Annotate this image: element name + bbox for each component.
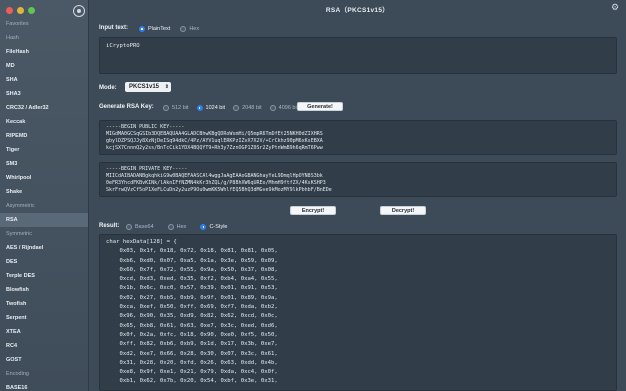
sidebar-list: Favorites Hash FileHash MD SHA SHA3 CRC32 / Ad…: [0, 17, 88, 391]
encrypt-button[interactable]: Encrypt!: [290, 206, 336, 215]
key-size-radio-group: 512 bit 1024 bit 2048 bit 4096 bit: [163, 105, 298, 111]
sidebar-item-crc32-adler32[interactable]: CRC32 / Adler32: [0, 101, 88, 115]
radio-dot-icon: [269, 105, 276, 111]
sidebar-item-twofish[interactable]: Twofish: [0, 297, 88, 311]
result-line: 0x02, 0x27, 0xb5, 0xb9, 0x9f, 0x01, 0x89…: [106, 294, 278, 301]
result-output-field[interactable]: char hexData[128] = { 0x03, 0x1f, 0x18, …: [99, 234, 617, 391]
sidebar-item-keccak[interactable]: Keccak: [0, 115, 88, 129]
sidebar-item-gost[interactable]: GOST: [0, 353, 88, 367]
result-line: char hexData[128] = {: [106, 239, 177, 245]
private-key-line: SkrFrwQVzCf5oP1XeFLCuDn2y2uzP9Ou0wmKK5Wh…: [106, 187, 332, 193]
radio-dot-icon: [167, 224, 174, 230]
public-key-line: gbylDZPSQJJy8XzNjDeISq94dkC/4Pz/AYV1uqlE…: [106, 138, 323, 144]
sidebar-item-sha3[interactable]: SHA3: [0, 87, 88, 101]
radio-dot-icon: [163, 105, 169, 111]
sidebar-item-ripemd[interactable]: RIPEMD: [0, 129, 88, 143]
radio-dot-icon: [180, 26, 187, 32]
private-key-field[interactable]: -----BEGIN PRIVATE KEY----- MIICdAIBADANB…: [99, 162, 617, 197]
private-key-line: 0eFR3YhcdFKBvKINk/lAknIFfNZMN4kKr3hZQL/g…: [106, 180, 326, 186]
result-format-c-style-radio[interactable]: C-Style: [200, 224, 227, 230]
sidebar-section-hash: Hash: [6, 35, 19, 41]
sidebar-item-filehash[interactable]: FileHash: [0, 45, 88, 59]
radio-dot-icon: [139, 26, 145, 32]
result-line: 0x1b, 0x6c, 0xc0, 0x57, 0x39, 0x01, 0x91…: [106, 285, 278, 292]
public-key-text: -----BEGIN PUBLIC KEY----- MIGdMA0GCSqGSI…: [106, 124, 610, 152]
sidebar-item-sm3[interactable]: SM3: [0, 157, 88, 171]
sidebar-section-symmetric: Symmetric: [6, 231, 32, 237]
radio-dot-icon: [196, 105, 203, 111]
mode-label: Mode:: [99, 85, 117, 91]
radio-dot-icon: [200, 224, 207, 230]
key-size-1024-bit-radio[interactable]: 1024 bit: [196, 105, 225, 111]
result-line: 0xca, 0xef, 0x50, 0xff, 0x69, 0xf7, 0xda…: [106, 304, 278, 311]
result-line: 0xb1, 0x62, 0x7b, 0x20, 0x54, 0xbf, 0x3e…: [106, 378, 278, 385]
result-line: 0x96, 0x90, 0x35, 0xd9, 0x82, 0x62, 0xcd…: [106, 313, 278, 320]
private-key-text: -----BEGIN PRIVATE KEY----- MIICdAIBADANB…: [106, 166, 610, 194]
sidebar-section-encoding: Encoding: [6, 371, 29, 377]
sidebar-item-rsa[interactable]: RSA: [0, 213, 88, 227]
result-line: 0xb6, 0xd0, 0x07, 0xa5, 0x1a, 0x3e, 0x59…: [106, 257, 278, 264]
close-window-button[interactable]: [6, 7, 13, 14]
sidebar-item-des[interactable]: DES: [0, 255, 88, 269]
sidebar-item-serpent[interactable]: Serpent: [0, 311, 88, 325]
result-format-base64-radio[interactable]: Base64: [126, 224, 154, 230]
zoom-window-button[interactable]: [28, 7, 35, 14]
generate-key-label: Generate RSA Key:: [99, 104, 154, 110]
sidebar-item-tiger[interactable]: Tiger: [0, 143, 88, 157]
sidebar-section-asymmetric: Asymmetric: [6, 203, 35, 209]
window-title: RSA（PKCS1v15）: [325, 7, 390, 14]
result-format-radio-group: Base64 Hex C-Style: [126, 224, 227, 230]
result-line: 0x65, 0xb8, 0x61, 0x63, 0xe7, 0x3c, 0xed…: [106, 322, 278, 329]
sidebar-section-favorites: Favorites: [6, 21, 29, 27]
chevron-updown-icon: ⇕: [164, 84, 169, 90]
result-line: 0x03, 0x1f, 0x18, 0x72, 0x18, 0x81, 0x81…: [106, 248, 278, 255]
main-panel: Input text: PlainText Hex iCryptoPRO Mod…: [89, 16, 626, 391]
sidebar-item-xtea[interactable]: XTEA: [0, 325, 88, 339]
result-line: 0xe8, 0x9f, 0xe1, 0x21, 0x79, 0xda, 0xc4…: [106, 369, 278, 376]
public-key-line: kcjSX7CnnnQ2y2ss/BnTcCik1YDX4BQQYT9+Rh3y…: [106, 145, 323, 151]
radio-dot-icon: [126, 224, 132, 230]
result-line: 0x31, 0x28, 0x20, 0xfd, 0x26, 0x63, 0xdd…: [106, 359, 278, 366]
sidebar-item-base16[interactable]: BASE16: [0, 381, 88, 391]
sidebar-item-aes-rijndael[interactable]: AES / Rijndael: [0, 241, 88, 255]
key-size-4096-bit-radio[interactable]: 4096 bit: [269, 105, 298, 111]
result-line: 0xcd, 0xd3, 0xed, 0x35, 0xf2, 0xb4, 0xa4…: [106, 276, 278, 283]
key-size-512-bit-radio[interactable]: 512 bit: [163, 105, 189, 111]
input-format-radio-group: PlainText Hex: [139, 26, 199, 32]
sidebar-item-shake[interactable]: Shake: [0, 185, 88, 199]
input-text-field[interactable]: iCryptoPRO: [99, 37, 617, 74]
mode-select[interactable]: PKCS1v15 ⇕: [125, 82, 171, 92]
gear-icon[interactable]: ⚙: [611, 3, 620, 12]
result-line: 0x60, 0x7f, 0x72, 0x55, 0x9a, 0x50, 0x37…: [106, 266, 278, 273]
public-key-line: -----BEGIN PUBLIC KEY-----: [106, 124, 185, 130]
input-text-label: Input text:: [99, 25, 128, 31]
private-key-line: MIICdAIBADANBgkqhkiG9w0BAQEFAASCAl4wggJa…: [106, 173, 323, 179]
result-line: 0x0f, 0x2a, 0xfc, 0x18, 0x90, 0xe0, 0xf5…: [106, 331, 278, 338]
decrypt-button[interactable]: Decrypt!: [380, 206, 426, 215]
public-key-field[interactable]: -----BEGIN PUBLIC KEY----- MIGdMA0GCSqGSI…: [99, 120, 617, 155]
result-format-hex-radio[interactable]: Hex: [167, 224, 186, 230]
generate-button[interactable]: Generate!: [297, 102, 343, 111]
sidebar-item-rc4[interactable]: RC4: [0, 339, 88, 353]
sidebar-item-md[interactable]: MD: [0, 59, 88, 73]
result-label: Result:: [99, 223, 120, 229]
result-text: char hexData[128] = { 0x03, 0x1f, 0x18, …: [106, 238, 610, 387]
sidebar-item-whirlpool[interactable]: Whirlpool: [0, 171, 88, 185]
sidebar: Favorites Hash FileHash MD SHA SHA3 CRC32 / Ad…: [0, 0, 89, 391]
input-format-hex-radio[interactable]: Hex: [180, 26, 199, 32]
sidebar-item-terple-des[interactable]: Terple DES: [0, 269, 88, 283]
window-controls: [6, 7, 35, 14]
radio-dot-icon: [233, 105, 240, 111]
sidebar-item-blowfish[interactable]: Blowfish: [0, 283, 88, 297]
minimize-window-button[interactable]: [17, 7, 24, 14]
input-format-plaintext-radio[interactable]: PlainText: [139, 26, 170, 32]
public-key-line: MIGdMA0GCSqGSIb3DQEBAQUAA4GLADCBhwKBgQDR…: [106, 131, 323, 137]
private-key-line: -----BEGIN PRIVATE KEY-----: [106, 166, 188, 172]
result-line: 0xff, 0x82, 0xb6, 0xb9, 0x1d, 0x17, 0x3b…: [106, 341, 278, 348]
sidebar-item-sha[interactable]: SHA: [0, 73, 88, 87]
key-size-2048-bit-radio[interactable]: 2048 bit: [233, 105, 262, 111]
app-logo-icon: [73, 5, 85, 17]
result-line: 0xd2, 0xe7, 0x66, 0x28, 0x30, 0x07, 0x3c…: [106, 350, 278, 357]
